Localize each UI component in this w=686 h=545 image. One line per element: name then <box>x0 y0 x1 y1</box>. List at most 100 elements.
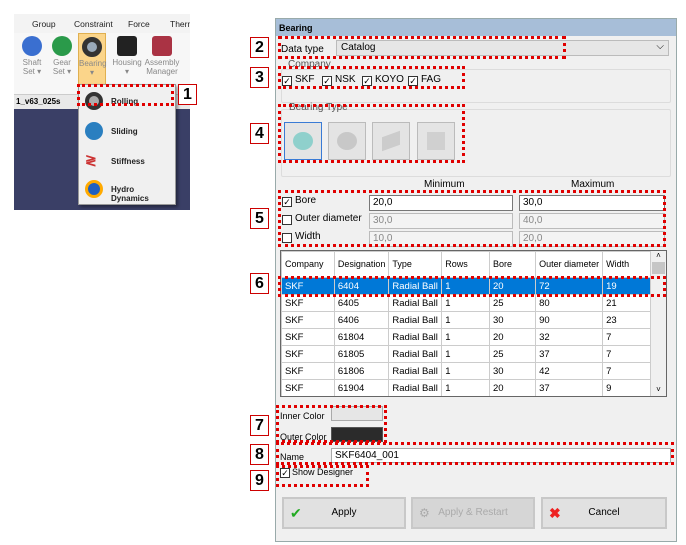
spring-icon: ≷ <box>85 152 97 168</box>
table-cell: SKF <box>281 294 335 312</box>
close-icon: ✖ <box>549 505 561 521</box>
shaft-set-button[interactable]: Shaft Set ▾ <box>18 33 46 93</box>
table-cell: 72 <box>535 277 604 295</box>
table-cell: 20 <box>488 379 537 396</box>
table-cell: Radial Ball <box>388 311 443 329</box>
menu-item-sliding[interactable]: Sliding <box>83 119 173 145</box>
table-cell: SKF <box>281 345 335 363</box>
filter-max-input[interactable]: 30,0 <box>519 195 665 211</box>
inner-color-swatch[interactable] <box>331 406 383 421</box>
filter-0-checkbox[interactable]: ✓ <box>282 197 292 207</box>
filter-min-input[interactable]: 10,0 <box>369 231 513 247</box>
table-cell: Radial Ball <box>388 362 443 380</box>
table-row[interactable]: SKF 6405 Radial Ball 1 25 80 21 <box>281 294 651 312</box>
show-designer-checkbox[interactable]: ✓ <box>280 468 290 478</box>
table-cell: Radial Ball <box>388 345 443 363</box>
filter-min-input[interactable]: 30,0 <box>369 213 513 229</box>
table-cell: 30 <box>488 362 537 380</box>
tab-thermal[interactable]: Therm <box>170 19 190 29</box>
table-cell: 1 <box>441 294 490 312</box>
company-skf-checkbox[interactable]: ✓ <box>282 76 292 86</box>
filter-label: Outer diameter <box>295 213 362 224</box>
inner-color-label: Inner Color <box>280 411 325 421</box>
badge-7: 7 <box>250 415 269 436</box>
table-cell: 32 <box>535 328 604 346</box>
table-cell: 61904 <box>333 379 390 396</box>
scroll-up-icon[interactable]: ˄ <box>651 251 666 260</box>
tab-constraint[interactable]: Constraint <box>74 19 113 29</box>
column-header[interactable]: Rows <box>441 251 490 278</box>
filter-1-checkbox[interactable] <box>282 215 292 225</box>
table-cell: SKF <box>281 277 335 295</box>
company-nsk-checkbox[interactable]: ✓ <box>322 76 332 86</box>
data-type-select[interactable]: Catalog ⌵ <box>336 40 669 56</box>
table-row[interactable]: SKF 61806 Radial Ball 1 30 42 7 <box>281 362 651 380</box>
table-cell: 42 <box>535 362 604 380</box>
company-fag-checkbox[interactable]: ✓ <box>408 76 418 86</box>
table-cell: 19 <box>602 277 651 295</box>
label: Gear Set ▾ <box>52 58 72 76</box>
table-scrollbar[interactable]: ˄ ˅ <box>651 251 666 396</box>
filter-2-checkbox[interactable] <box>282 233 292 243</box>
table-cell: Radial Ball <box>388 379 443 396</box>
table-cell: 61805 <box>333 345 390 363</box>
filter-label: Bore <box>295 195 317 206</box>
table-cell: Radial Ball <box>388 294 443 312</box>
menu-item-hydro-dynamics[interactable]: Hydro Dynamics <box>83 177 173 203</box>
column-header[interactable]: Designation <box>333 251 390 278</box>
table-cell: 1 <box>441 277 490 295</box>
badge-3: 3 <box>250 67 269 88</box>
company-label: SKF <box>295 74 315 85</box>
tab-group[interactable]: Group <box>32 19 56 29</box>
rolling-icon <box>85 92 103 110</box>
label: Cancel <box>588 507 620 518</box>
column-header[interactable]: Type <box>388 251 443 278</box>
table-cell: 1 <box>441 311 490 329</box>
table-cell: 90 <box>535 311 604 329</box>
column-header[interactable]: Company <box>281 251 335 278</box>
menu-item-stiffness[interactable]: ≷ Stiffness <box>83 149 173 175</box>
apply-button[interactable]: ✔ Apply <box>282 497 406 529</box>
check-icon: ✔ <box>290 505 302 521</box>
shaft-icon <box>22 36 42 56</box>
filter-max-input[interactable]: 20,0 <box>519 231 665 247</box>
menu-item-rolling[interactable]: Rolling <box>83 89 173 115</box>
outer-color-swatch[interactable] <box>331 427 383 442</box>
table-row[interactable]: SKF 6404 Radial Ball 1 20 72 19 <box>281 277 651 295</box>
table-row[interactable]: SKF 6406 Radial Ball 1 30 90 23 <box>281 311 651 329</box>
minimum-label: Minimum <box>424 179 465 190</box>
table-cell: Radial Ball <box>388 277 443 295</box>
table-cell: 61806 <box>333 362 390 380</box>
company-label: FAG <box>421 74 442 85</box>
radial-ball-icon[interactable] <box>284 122 322 160</box>
tab-force[interactable]: Force <box>128 19 150 29</box>
gear-set-button[interactable]: Gear Set ▾ <box>48 33 76 93</box>
scroll-thumb[interactable] <box>652 262 665 274</box>
column-header[interactable]: Outer diameter <box>535 251 604 278</box>
table-cell: 80 <box>535 294 604 312</box>
angular-ball-icon[interactable] <box>328 122 366 160</box>
table-row[interactable]: SKF 61805 Radial Ball 1 25 37 7 <box>281 345 651 363</box>
label: Assembly Manager <box>144 58 180 76</box>
tapered-roller-icon[interactable] <box>372 122 410 160</box>
apply-restart-button[interactable]: ⚙ Apply & Restart <box>411 497 535 529</box>
scroll-down-icon[interactable]: ˅ <box>651 385 666 394</box>
cylindrical-roller-icon[interactable] <box>417 122 455 160</box>
table-row[interactable]: SKF 61804 Radial Ball 1 20 32 7 <box>281 328 651 346</box>
badge-1: 1 <box>178 84 197 105</box>
company-koyo-checkbox[interactable]: ✓ <box>362 76 372 86</box>
table-cell: 6405 <box>333 294 390 312</box>
filter-max-input[interactable]: 40,0 <box>519 213 665 229</box>
name-input[interactable]: SKF6404_001 <box>331 448 671 463</box>
cancel-button[interactable]: ✖ Cancel <box>541 497 667 529</box>
column-header[interactable]: Width <box>602 251 651 278</box>
name-label: Name <box>280 452 305 462</box>
filter-min-input[interactable]: 20,0 <box>369 195 513 211</box>
table-cell: 30 <box>488 311 537 329</box>
label: Bearing ▾ <box>79 59 107 77</box>
label: Apply & Restart <box>438 507 508 518</box>
company-label: Company <box>288 59 331 70</box>
table-row[interactable]: SKF 61904 Radial Ball 1 20 37 9 <box>281 379 651 396</box>
assembly-icon <box>152 36 172 56</box>
column-header[interactable]: Bore <box>488 251 537 278</box>
